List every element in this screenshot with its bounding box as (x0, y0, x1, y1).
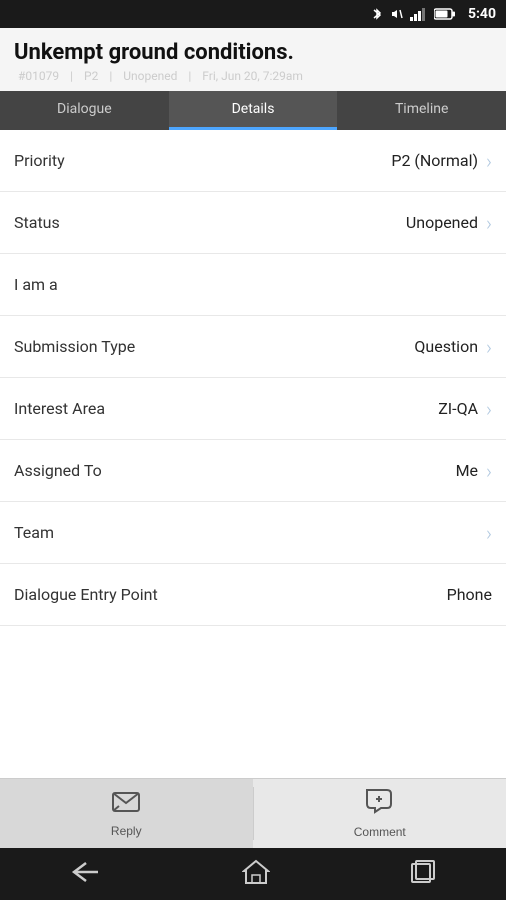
assigned-to-label: Assigned To (14, 461, 102, 480)
submission-type-label: Submission Type (14, 337, 135, 356)
status-badge: Unopened (123, 69, 177, 83)
bottom-action-bar: Reply Comment (0, 778, 506, 848)
status-time: 5:40 (468, 6, 496, 22)
battery-icon (434, 8, 456, 20)
separator2: | (109, 69, 112, 83)
priority-value: P2 (Normal) (391, 151, 478, 170)
detail-row-i-am-a[interactable]: I am a (0, 254, 506, 316)
team-value-wrap: › (478, 521, 492, 545)
priority-chevron: › (486, 149, 492, 173)
separator1: | (70, 69, 73, 83)
nav-bar (0, 848, 506, 900)
detail-row-dialogue-entry[interactable]: Dialogue Entry Point Phone (0, 564, 506, 626)
i-am-a-label: I am a (14, 275, 58, 294)
status-chevron: › (486, 211, 492, 235)
separator3: | (188, 69, 191, 83)
recents-icon (410, 859, 436, 885)
status-label: Status (14, 213, 60, 232)
tab-details[interactable]: Details (169, 91, 338, 130)
signal-icon (410, 7, 428, 21)
comment-label: Comment (354, 825, 406, 839)
tab-bar: Dialogue Details Timeline (0, 91, 506, 130)
status-bar: 5:40 (0, 0, 506, 28)
interest-area-chevron: › (486, 397, 492, 421)
interest-area-value-wrap: ZI-QA › (438, 397, 492, 421)
assigned-to-value-wrap: Me › (456, 459, 492, 483)
submission-type-value: Question (414, 337, 478, 356)
interest-area-value: ZI-QA (438, 399, 478, 418)
submission-type-chevron: › (486, 335, 492, 359)
content-area: Priority P2 (Normal) › Status Unopened ›… (0, 130, 506, 778)
comment-icon (365, 788, 395, 821)
page-subtitle: #01079 | P2 | Unopened | Fri, Jun 20, 7:… (14, 69, 492, 83)
assigned-to-chevron: › (486, 459, 492, 483)
status-icons: 5:40 (370, 6, 496, 22)
ticket-id: #01079 (18, 69, 59, 83)
app-header: Unkempt ground conditions. #01079 | P2 |… (0, 28, 506, 91)
team-chevron: › (486, 521, 492, 545)
detail-row-submission-type[interactable]: Submission Type Question › (0, 316, 506, 378)
reply-svg (111, 789, 141, 813)
mute-icon (390, 7, 404, 21)
tab-timeline[interactable]: Timeline (337, 91, 506, 130)
date-label: Fri, Jun 20, 7:29am (202, 69, 303, 83)
dialogue-entry-label: Dialogue Entry Point (14, 585, 158, 604)
detail-row-team[interactable]: Team › (0, 502, 506, 564)
status-value-wrap: Unopened › (406, 211, 492, 235)
reply-icon (111, 789, 141, 820)
priority-value-wrap: P2 (Normal) › (391, 149, 492, 173)
reply-button[interactable]: Reply (0, 779, 253, 848)
back-icon (70, 861, 102, 883)
status-value: Unopened (406, 213, 478, 232)
detail-row-assigned-to[interactable]: Assigned To Me › (0, 440, 506, 502)
submission-type-value-wrap: Question › (414, 335, 492, 359)
detail-row-priority[interactable]: Priority P2 (Normal) › (0, 130, 506, 192)
interest-area-label: Interest Area (14, 399, 105, 418)
detail-row-status[interactable]: Status Unopened › (0, 192, 506, 254)
dialogue-entry-value-wrap: Phone (447, 585, 492, 604)
comment-button[interactable]: Comment (254, 779, 506, 848)
detail-row-interest-area[interactable]: Interest Area ZI-QA › (0, 378, 506, 440)
page-title: Unkempt ground conditions. (14, 40, 492, 66)
priority-badge: P2 (84, 69, 98, 83)
assigned-to-value: Me (456, 461, 478, 480)
home-button[interactable] (242, 859, 270, 889)
comment-svg (365, 788, 395, 814)
home-icon (242, 859, 270, 885)
recents-button[interactable] (410, 859, 436, 889)
bluetooth-icon (370, 7, 384, 21)
dialogue-entry-value: Phone (447, 585, 492, 604)
priority-label: Priority (14, 151, 65, 170)
tab-dialogue[interactable]: Dialogue (0, 91, 169, 130)
reply-label: Reply (111, 824, 142, 838)
back-button[interactable] (70, 861, 102, 887)
team-label: Team (14, 523, 54, 542)
